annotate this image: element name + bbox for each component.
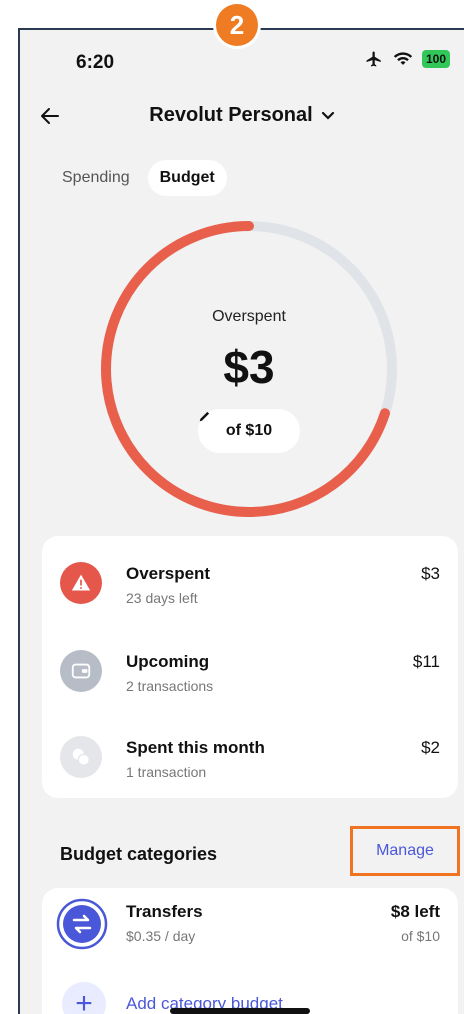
summary-subtitle: 1 transaction — [126, 764, 207, 780]
account-selector[interactable]: Revolut Personal — [20, 104, 464, 127]
manage-highlight: Manage — [350, 826, 460, 876]
tab-spending[interactable]: Spending — [50, 160, 142, 196]
wallet-icon — [60, 650, 102, 692]
warning-icon — [60, 562, 102, 604]
category-left: $8 left — [390, 902, 440, 921]
airplane-icon — [366, 51, 381, 67]
category-row-transfers[interactable]: Transfers $0.35 / day $8 left of $10 — [42, 888, 458, 968]
budget-categories-card: Transfers $0.35 / day $8 left of $10 + A… — [42, 888, 458, 1014]
summary-title: Upcoming — [126, 652, 210, 671]
summary-subtitle: 23 days left — [126, 590, 198, 606]
home-indicator — [170, 1008, 310, 1014]
account-title: Revolut Personal — [149, 104, 313, 126]
summary-row-overspent[interactable]: Overspent 23 days left $3 — [42, 544, 458, 614]
budget-ring: Overspent $3 of $10 — [96, 216, 402, 522]
step-number-badge: 2 — [216, 4, 258, 46]
status-icons: 100 — [364, 50, 450, 68]
phone-screen: 6:20 100 Revolut Personal Spending Budge… — [18, 28, 464, 1014]
tab-budget[interactable]: Budget — [147, 160, 227, 196]
wifi-icon — [393, 52, 413, 65]
budget-status-label: Overspent — [212, 308, 286, 325]
budget-ring-center: Overspent $3 of $10 — [96, 216, 402, 522]
pencil-icon — [199, 411, 210, 422]
coins-icon — [60, 736, 102, 778]
status-time: 6:20 — [76, 52, 115, 73]
budget-total: of $10 — [225, 422, 273, 439]
chevron-down-icon — [321, 111, 334, 120]
edit-budget-button[interactable]: of $10 — [198, 409, 300, 453]
category-total: of $10 — [401, 928, 440, 944]
manage-button[interactable]: Manage — [376, 842, 434, 860]
summary-subtitle: 2 transactions — [126, 678, 214, 694]
budget-summary-card: Overspent 23 days left $3 Upcoming 2 tra… — [42, 536, 458, 798]
header: Revolut Personal — [20, 96, 464, 140]
view-tabs: Spending Budget — [50, 160, 227, 196]
category-rate: $0.35 / day — [126, 928, 196, 944]
summary-row-spent[interactable]: Spent this month 1 transaction $2 — [42, 718, 458, 788]
budget-overspent-amount: $3 — [223, 341, 275, 393]
summary-value: $3 — [421, 564, 440, 583]
summary-title: Overspent — [126, 564, 211, 583]
transfer-icon — [56, 898, 108, 950]
summary-title: Spent this month — [126, 738, 265, 757]
plus-icon: + — [62, 982, 106, 1014]
summary-value: $2 — [421, 738, 440, 757]
budget-categories-title: Budget categories — [60, 844, 218, 864]
battery-indicator: 100 — [421, 50, 450, 68]
category-name: Transfers — [126, 902, 203, 921]
summary-row-upcoming[interactable]: Upcoming 2 transactions $11 — [42, 632, 458, 702]
summary-value: $11 — [412, 652, 440, 671]
